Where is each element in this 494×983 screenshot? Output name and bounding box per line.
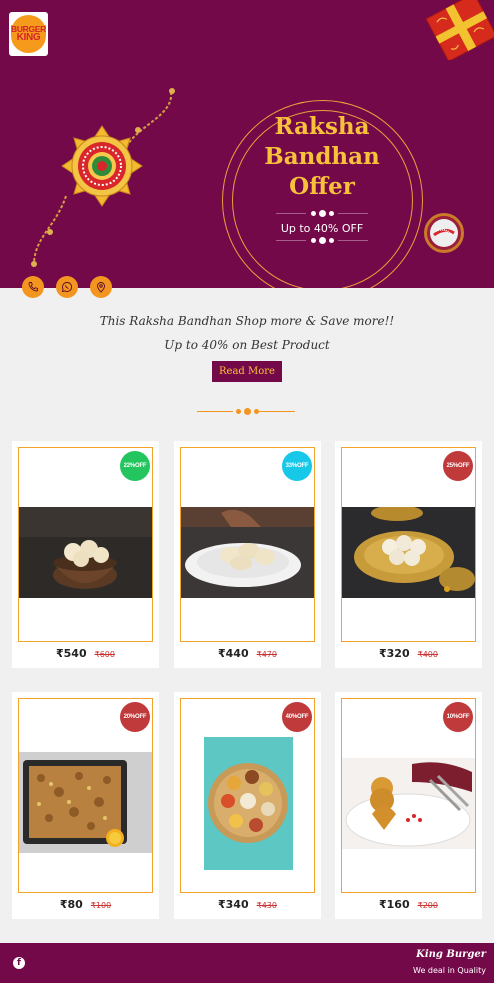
hero-banner: BURGER KING Raksha Bandhan Offer Up to 4… [0, 0, 494, 288]
footer: f King Burger We deal in Quality [0, 943, 494, 983]
product-card[interactable]: 25%OFF ₹320 ₹400 [335, 441, 482, 668]
offer-subtitle: Up to 40% OFF [280, 222, 364, 235]
phone-button[interactable] [22, 276, 44, 298]
read-more-button[interactable]: Read More [212, 361, 282, 382]
price: ₹320 [379, 647, 410, 660]
price: ₹80 [59, 898, 83, 911]
product-card[interactable]: 20%OFF ₹80 ₹100 [12, 692, 159, 919]
location-button[interactable] [90, 276, 112, 298]
product-card[interactable]: 33%OFF ₹440 ₹470 [174, 441, 321, 668]
price-row: ₹440 ₹470 [174, 647, 321, 660]
old-price: ₹600 [94, 650, 115, 659]
discount-badge: 33%OFF [282, 451, 312, 481]
footer-tagline: We deal in Quality [413, 966, 486, 975]
whatsapp-button[interactable] [56, 276, 78, 298]
logo-text-line2: KING [16, 32, 41, 43]
old-price: ₹470 [256, 650, 277, 659]
burger-king-logo[interactable]: BURGER KING [9, 12, 48, 56]
ornament-dots-bottom [276, 236, 368, 246]
old-price: ₹430 [256, 901, 277, 910]
section-divider [197, 406, 295, 418]
intro-line-1: This Raksha Bandhan Shop more & Save mor… [99, 314, 395, 328]
price: ₹340 [218, 898, 249, 911]
discount-badge: 20%OFF [120, 702, 150, 732]
rakhi-icon [31, 88, 175, 267]
price: ₹160 [379, 898, 410, 911]
rasgulla-brass-plate-image [342, 507, 475, 598]
product-card[interactable]: 22%OFF ₹540 ₹600 [12, 441, 159, 668]
discount-badge: 22%OFF [120, 451, 150, 481]
footer-brand: King Burger [416, 949, 486, 960]
discount-badge: 25%OFF [443, 451, 473, 481]
intro-line-2: Up to 40% on Best Product [164, 338, 330, 352]
discount-badge: 10%OFF [443, 702, 473, 732]
price: ₹440 [218, 647, 249, 660]
price-row: ₹540 ₹600 [12, 647, 159, 660]
old-price: ₹200 [417, 901, 438, 910]
price-row: ₹80 ₹100 [12, 898, 159, 911]
facebook-icon[interactable]: f [13, 957, 25, 969]
ornament-dots-top [276, 209, 368, 219]
cutlet-plate-image [342, 758, 475, 849]
product-card[interactable]: 10%OFF ₹160 ₹200 [335, 692, 482, 919]
price-row: ₹340 ₹430 [174, 898, 321, 911]
old-price: ₹400 [417, 650, 438, 659]
phone-icon [28, 282, 38, 292]
biryani-tray-image [19, 752, 152, 853]
price-row: ₹320 ₹400 [335, 647, 482, 660]
price-row: ₹160 ₹200 [335, 898, 482, 911]
discount-badge: 40%OFF [282, 702, 312, 732]
thali-plate-image [204, 737, 293, 870]
old-price: ₹100 [90, 901, 112, 910]
price: ₹540 [56, 647, 87, 660]
product-card[interactable]: 40%OFF ₹340 ₹430 [174, 692, 321, 919]
sweet-plate-icon [424, 213, 464, 253]
offer-title: Raksha Bandhan Offer [264, 113, 380, 200]
whatsapp-icon [61, 282, 73, 293]
location-pin-icon [97, 282, 105, 293]
rasgulla-bowl-image [19, 507, 152, 598]
rasmalai-plate-image [181, 507, 314, 598]
gift-box-icon [425, 0, 494, 60]
